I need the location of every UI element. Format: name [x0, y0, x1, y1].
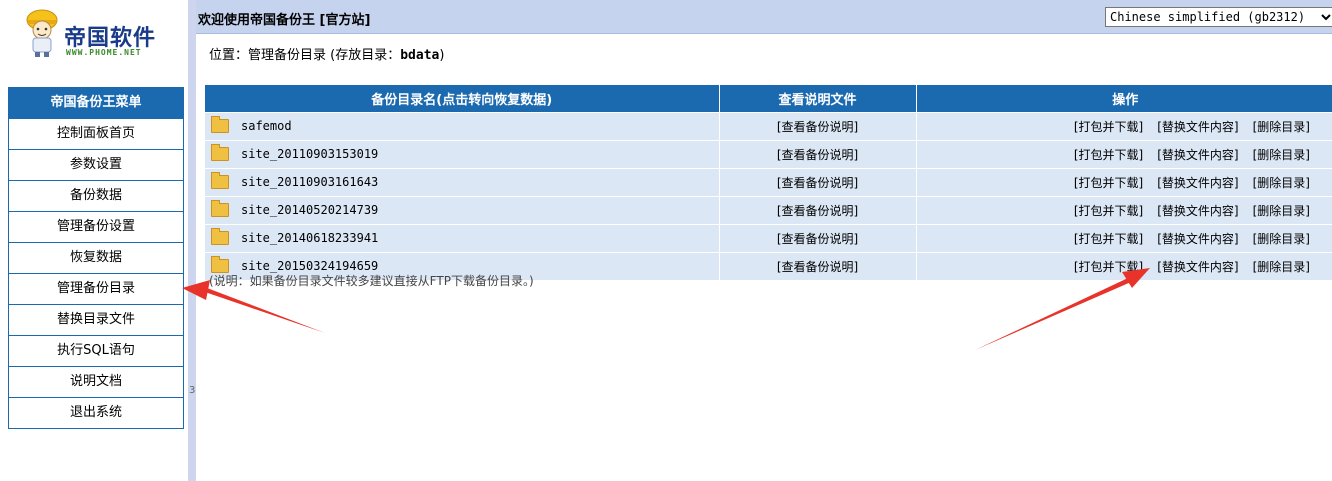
download-link[interactable]: [打包并下载]	[1074, 204, 1143, 218]
replace-content-link[interactable]: [替换文件内容]	[1157, 120, 1238, 134]
dir-cell: safemod	[205, 112, 720, 141]
folder-icon	[211, 255, 229, 273]
menu-item-backup-data[interactable]: 备份数据	[9, 180, 183, 211]
table-header-row: 备份目录名(点击转向恢复数据) 查看说明文件 操作	[205, 85, 1332, 113]
logo-url-text: WWW.PHOME.NET	[66, 48, 142, 57]
replace-content-link[interactable]: [替换文件内容]	[1157, 176, 1238, 190]
actions-cell: [打包并下载] [替换文件内容] [删除目录]	[916, 112, 1332, 141]
menu-item-logout[interactable]: 退出系统	[9, 397, 183, 428]
download-link[interactable]: [打包并下载]	[1074, 232, 1143, 246]
readme-cell: [查看备份说明]	[719, 112, 917, 141]
menu-item-manage-backup-settings[interactable]: 管理备份设置	[9, 211, 183, 242]
splitter-mark: 3	[189, 385, 196, 396]
table-row: site_20110903153019 [查看备份说明] [打包并下载] [替换文…	[205, 140, 1332, 169]
table-row: safemod [查看备份说明] [打包并下载] [替换文件内容] [删除目录]	[205, 112, 1332, 141]
col-header-actions: 操作	[916, 85, 1332, 113]
folder-icon	[211, 171, 229, 189]
table-row: site_20140520214739 [查看备份说明] [打包并下载] [替换文…	[205, 196, 1332, 225]
folder-icon	[211, 227, 229, 245]
menu-item-replace-dir-files[interactable]: 替换目录文件	[9, 304, 183, 335]
download-link[interactable]: [打包并下载]	[1074, 120, 1143, 134]
help-note: (说明：如果备份目录文件较多建议直接从FTP下载备份目录。)	[209, 274, 534, 288]
menu-item-control-panel[interactable]: 控制面板首页	[9, 118, 183, 149]
menu-item-docs[interactable]: 说明文档	[9, 366, 183, 397]
mascot-icon	[26, 9, 58, 57]
actions-cell: [打包并下载] [替换文件内容] [删除目录]	[916, 168, 1332, 197]
top-bar: 欢迎使用帝国备份王 [官方站] Chinese simplified (gb23…	[196, 0, 1332, 34]
readme-cell: [查看备份说明]	[719, 252, 917, 280]
view-readme-link[interactable]: [查看备份说明]	[777, 120, 858, 134]
delete-dir-link[interactable]: [删除目录]	[1253, 232, 1310, 246]
frame-splitter[interactable]: 3	[188, 0, 196, 481]
logo: 帝国软件 WWW.PHOME.NET	[22, 6, 172, 62]
breadcrumb-suffix: )	[439, 48, 445, 63]
col-header-dirname: 备份目录名(点击转向恢复数据)	[205, 85, 720, 113]
folder-icon	[211, 199, 229, 217]
menu-item-restore-data[interactable]: 恢复数据	[9, 242, 183, 273]
page-title: 欢迎使用帝国备份王 [官方站]	[198, 13, 371, 28]
main-frame: 欢迎使用帝国备份王 [官方站] Chinese simplified (gb23…	[196, 0, 1332, 481]
table-row: site_20110903161643 [查看备份说明] [打包并下载] [替换文…	[205, 168, 1332, 197]
readme-cell: [查看备份说明]	[719, 140, 917, 169]
download-link[interactable]: [打包并下载]	[1074, 260, 1143, 274]
folder-icon	[211, 143, 229, 161]
table-row: site_20140618233941 [查看备份说明] [打包并下载] [替换文…	[205, 224, 1332, 253]
dir-cell: site_20110903153019	[205, 140, 720, 169]
actions-cell: [打包并下载] [替换文件内容] [删除目录]	[916, 224, 1332, 253]
dir-cell: site_20140520214739	[205, 196, 720, 225]
breadcrumb: 位置：管理备份目录 (存放目录：bdata)	[209, 44, 444, 63]
menu-item-settings[interactable]: 参数设置	[9, 149, 183, 180]
language-select[interactable]: Chinese simplified (gb2312)	[1105, 7, 1332, 27]
replace-content-link[interactable]: [替换文件内容]	[1157, 260, 1238, 274]
actions-cell: [打包并下载] [替换文件内容] [删除目录]	[916, 252, 1332, 280]
readme-cell: [查看备份说明]	[719, 168, 917, 197]
dir-link[interactable]: site_20110903153019	[241, 147, 378, 161]
view-readme-link[interactable]: [查看备份说明]	[777, 148, 858, 162]
dir-cell: site_20110903161643	[205, 168, 720, 197]
view-readme-link[interactable]: [查看备份说明]	[777, 232, 858, 246]
dir-link[interactable]: site_20140520214739	[241, 203, 378, 217]
dir-cell: site_20140618233941	[205, 224, 720, 253]
readme-cell: [查看备份说明]	[719, 196, 917, 225]
replace-content-link[interactable]: [替换文件内容]	[1157, 204, 1238, 218]
menu-title: 帝国备份王菜单	[9, 87, 183, 118]
delete-dir-link[interactable]: [删除目录]	[1253, 176, 1310, 190]
left-frame: 帝国软件 WWW.PHOME.NET 帝国备份王菜单 控制面板首页 参数设置 备…	[0, 0, 188, 481]
menu-item-manage-backup-dirs[interactable]: 管理备份目录	[9, 273, 183, 304]
breadcrumb-prefix: 位置：管理备份目录 (存放目录：	[209, 48, 401, 63]
download-link[interactable]: [打包并下载]	[1074, 148, 1143, 162]
col-header-readme: 查看说明文件	[719, 85, 917, 113]
delete-dir-link[interactable]: [删除目录]	[1253, 204, 1310, 218]
view-readme-link[interactable]: [查看备份说明]	[777, 204, 858, 218]
dir-link[interactable]: site_20140618233941	[241, 231, 378, 245]
dir-link[interactable]: site_20110903161643	[241, 175, 378, 189]
dir-link[interactable]: safemod	[241, 119, 292, 133]
readme-cell: [查看备份说明]	[719, 224, 917, 253]
menu-item-execute-sql[interactable]: 执行SQL语句	[9, 335, 183, 366]
delete-dir-link[interactable]: [删除目录]	[1253, 120, 1310, 134]
breadcrumb-dir: bdata	[400, 48, 440, 63]
folder-icon	[211, 115, 229, 133]
delete-dir-link[interactable]: [删除目录]	[1253, 148, 1310, 162]
replace-content-link[interactable]: [替换文件内容]	[1157, 232, 1238, 246]
view-readme-link[interactable]: [查看备份说明]	[777, 260, 858, 274]
actions-cell: [打包并下载] [替换文件内容] [删除目录]	[916, 196, 1332, 225]
delete-dir-link[interactable]: [删除目录]	[1253, 260, 1310, 274]
download-link[interactable]: [打包并下载]	[1074, 176, 1143, 190]
actions-cell: [打包并下载] [替换文件内容] [删除目录]	[916, 140, 1332, 169]
sidebar-menu: 帝国备份王菜单 控制面板首页 参数设置 备份数据 管理备份设置 恢复数据 管理备…	[8, 87, 184, 429]
view-readme-link[interactable]: [查看备份说明]	[777, 176, 858, 190]
backup-dir-table: 备份目录名(点击转向恢复数据) 查看说明文件 操作 safemod [查看备份说…	[205, 85, 1332, 280]
replace-content-link[interactable]: [替换文件内容]	[1157, 148, 1238, 162]
